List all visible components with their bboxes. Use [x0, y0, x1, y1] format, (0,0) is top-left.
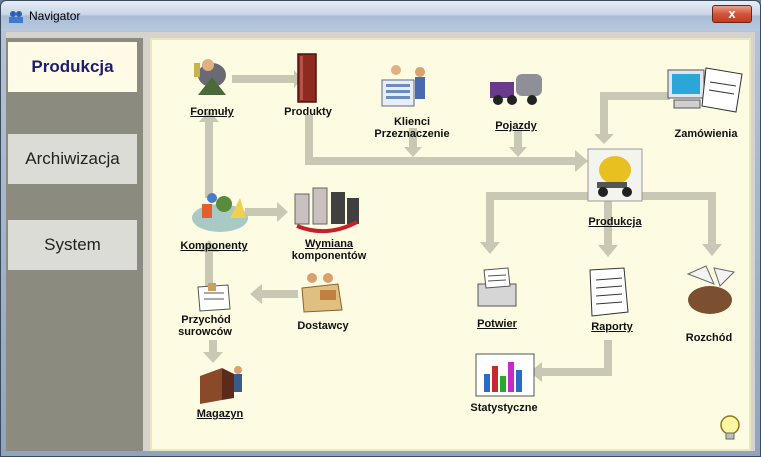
magazyn-icon[interactable]: [198, 360, 246, 406]
lightbulb-icon[interactable]: [717, 414, 743, 444]
surowcow-label[interactable]: surowców: [170, 326, 240, 338]
zamowienia-label[interactable]: Zamówienia: [664, 128, 748, 140]
komponenty-icon[interactable]: [190, 188, 250, 236]
arrow-zamowienia-produkcja: [600, 92, 670, 100]
przychod-label[interactable]: Przychód: [176, 314, 236, 326]
zamowienia-icon[interactable]: [666, 62, 746, 118]
potwier-icon[interactable]: [474, 266, 520, 312]
pojazdy-label[interactable]: Pojazdy: [488, 120, 544, 132]
wymiana-komponentow-icon[interactable]: [291, 182, 365, 234]
dostawcy-icon[interactable]: [298, 270, 346, 314]
rozchod-icon[interactable]: [680, 262, 742, 318]
formuly-label[interactable]: Formuły: [186, 106, 238, 118]
statystyczne-icon[interactable]: [474, 352, 536, 398]
statystyczne-label[interactable]: Statystyczne: [454, 402, 554, 414]
dostawcy-label[interactable]: Dostawcy: [288, 320, 358, 332]
klienci-label[interactable]: Klienci: [380, 116, 444, 128]
produkcja-icon[interactable]: [587, 148, 643, 202]
produkty-icon[interactable]: [296, 52, 318, 104]
raporty-icon[interactable]: [584, 266, 632, 318]
arrow-formuly-produkty: [232, 75, 294, 83]
przychod-surowcow-icon[interactable]: [194, 283, 234, 313]
arrow-to-produkcja: [305, 157, 575, 165]
pojazdy-icon[interactable]: [486, 68, 546, 108]
produkty-label[interactable]: Produkty: [276, 106, 340, 118]
klienci-icon[interactable]: [380, 62, 434, 114]
formuly-icon[interactable]: [190, 55, 234, 103]
komponenty-label[interactable]: Komponenty: [172, 240, 256, 252]
raporty-label[interactable]: Raporty: [580, 321, 644, 333]
produkcja-label[interactable]: Produkcja: [580, 216, 650, 228]
magazyn-label[interactable]: Magazyn: [188, 408, 252, 420]
potwier-label[interactable]: Potwier: [466, 318, 528, 330]
rozchod-label[interactable]: Rozchód: [674, 332, 744, 344]
arrow-formuly-komponenty: [205, 118, 213, 198]
komponentow-label[interactable]: komponentów: [286, 250, 372, 262]
przeznaczenie-label[interactable]: Przeznaczenie: [368, 128, 456, 140]
wymiana-label[interactable]: Wymiana: [294, 238, 364, 250]
